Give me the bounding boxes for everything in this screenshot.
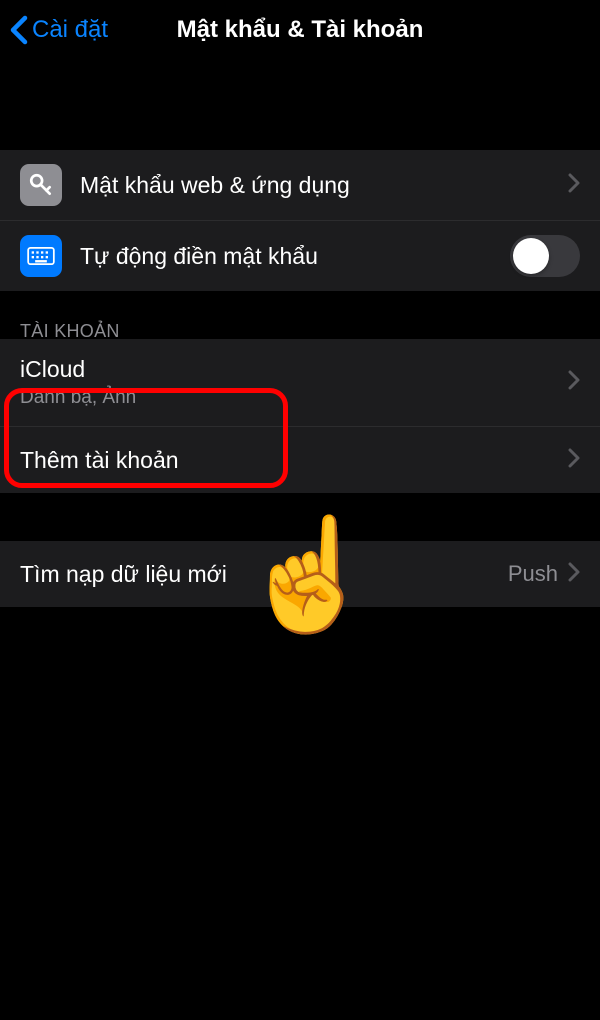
autofill-row: Tự động điền mật khẩu (0, 221, 600, 291)
back-button[interactable]: Cài đặt (10, 15, 108, 45)
chevron-right-icon (568, 562, 580, 587)
autofill-toggle[interactable] (510, 235, 580, 277)
chevron-right-icon (568, 448, 580, 473)
icloud-subtitle: Danh bạ, Ảnh (20, 387, 568, 409)
chevron-left-icon (10, 15, 28, 45)
spacer (0, 493, 600, 541)
keyboard-icon (20, 235, 62, 277)
web-app-passwords-row[interactable]: Mật khẩu web & ứng dụng (0, 150, 600, 221)
web-app-passwords-label: Mật khẩu web & ứng dụng (80, 172, 568, 199)
fetch-value: Push (508, 561, 558, 587)
key-icon (20, 164, 62, 206)
spacer: TÀI KHOẢN (0, 291, 600, 339)
add-account-row[interactable]: Thêm tài khoản (0, 427, 600, 493)
fetch-new-data-row[interactable]: Tìm nạp dữ liệu mới Push (0, 541, 600, 607)
page-title: Mật khẩu & Tài khoản (177, 16, 424, 44)
icloud-account-row[interactable]: iCloud Danh bạ, Ảnh (0, 339, 600, 427)
fetch-label: Tìm nạp dữ liệu mới (20, 561, 508, 588)
passwords-section: Mật khẩu web & ứng dụng Tự động điền mật… (0, 150, 600, 291)
accounts-section: iCloud Danh bạ, Ảnh Thêm tài khoản (0, 339, 600, 493)
spacer (0, 60, 600, 150)
toggle-thumb (513, 238, 549, 274)
autofill-label: Tự động điền mật khẩu (80, 243, 510, 270)
add-account-label: Thêm tài khoản (20, 447, 568, 474)
chevron-right-icon (568, 173, 580, 198)
back-label: Cài đặt (32, 16, 108, 44)
icloud-title: iCloud (20, 356, 568, 383)
fetch-section: Tìm nạp dữ liệu mới Push (0, 541, 600, 607)
chevron-right-icon (568, 370, 580, 395)
navigation-bar: Cài đặt Mật khẩu & Tài khoản (0, 0, 600, 60)
